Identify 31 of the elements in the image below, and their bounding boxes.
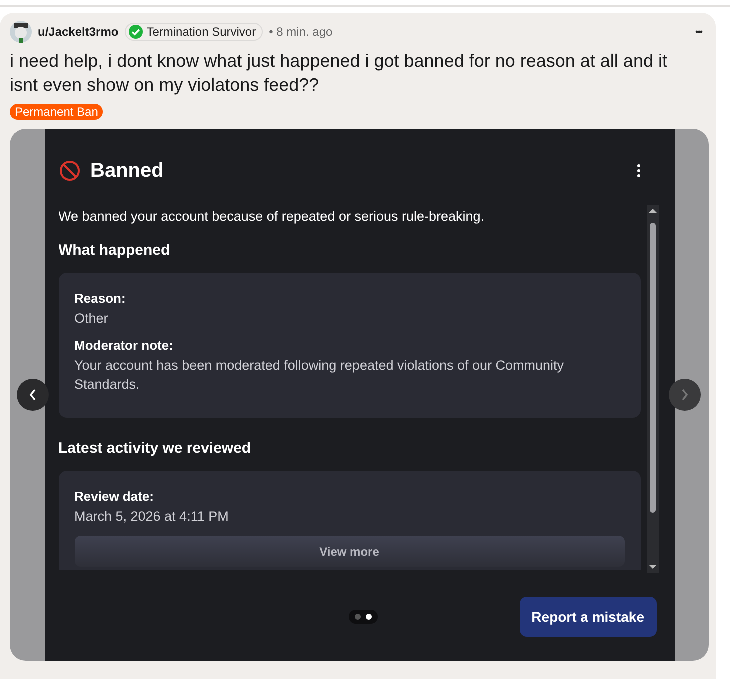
kebab-menu-icon[interactable] — [636, 164, 640, 178]
avatar[interactable] — [10, 21, 32, 43]
page-dot[interactable] — [366, 614, 372, 620]
post-title: i need help, i dont know what just happened i got banned for no reason at all and it isnt even show on my violatons feed?? — [10, 50, 668, 97]
view-more-button[interactable]: View more — [74, 536, 624, 567]
scrollbar-thumb[interactable] — [650, 223, 656, 513]
next-button[interactable] — [669, 379, 701, 411]
section-title: Latest activity we reviewed — [58, 440, 252, 457]
field-value: March 5, 2026 at 4:11 PM — [74, 508, 230, 526]
ban-icon — [58, 160, 80, 182]
scrollbar[interactable] — [646, 205, 658, 573]
check-icon — [128, 25, 143, 39]
chevron-left-icon — [28, 388, 38, 402]
section-title: What happened — [58, 242, 172, 259]
post-time: • 8 min. ago — [269, 25, 334, 39]
field-value: Your account has been moderated following repeated violations of our Community Standards. — [74, 357, 566, 394]
user-flair: Termination Survivor — [124, 23, 264, 41]
page-dot[interactable] — [354, 614, 360, 620]
more-options-button[interactable]: ••• — [696, 27, 702, 37]
report-mistake-button[interactable]: Report a mistake — [520, 597, 656, 637]
ban-message: We banned your account because of repeated or serious rule-breaking. — [58, 209, 486, 224]
scroll-down-icon[interactable] — [646, 563, 658, 571]
field-label: Review date: — [74, 489, 155, 504]
field-label: Reason: — [74, 291, 127, 306]
field-value: Other — [74, 310, 110, 328]
scroll-up-icon[interactable] — [646, 207, 658, 215]
previous-button[interactable] — [17, 379, 49, 411]
username[interactable]: u/Jackelt3rmo — [38, 25, 119, 39]
chevron-right-icon — [680, 388, 690, 402]
dialog-title: Banned — [90, 160, 165, 182]
field-label: Moderator note: — [74, 338, 174, 353]
